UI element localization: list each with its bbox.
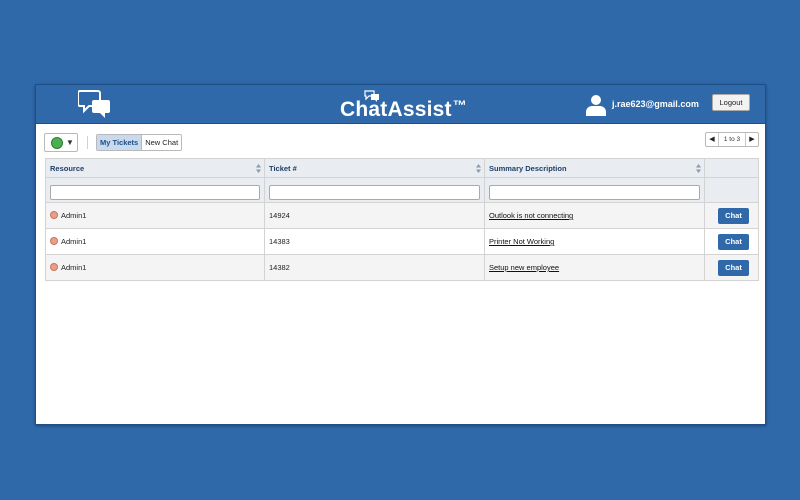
- resource-status-icon: [50, 211, 58, 219]
- app-window: ChatAssist™ j.rae623@gmail.com Logout ▼ …: [35, 84, 766, 425]
- sort-icon[interactable]: [696, 164, 701, 173]
- header-bar: ChatAssist™ j.rae623@gmail.com Logout: [36, 85, 765, 124]
- sort-icon[interactable]: [256, 164, 261, 173]
- pagination: ◀ 1 to 3 ▶: [705, 132, 759, 147]
- filter-row: [45, 177, 759, 203]
- table-row: Admin1 14383 Printer Not Working Chat: [45, 228, 759, 255]
- tab-my-tickets[interactable]: My Tickets: [97, 135, 143, 150]
- tab-group: My Tickets New Chat: [96, 134, 183, 151]
- ticket-filter-input[interactable]: [269, 184, 480, 200]
- chat-button[interactable]: Chat: [718, 207, 749, 224]
- summary-filter-input[interactable]: [489, 184, 700, 200]
- chat-bubbles-icon: [78, 90, 110, 118]
- resource-status-icon: [50, 237, 58, 245]
- column-header-action: [704, 158, 759, 178]
- ticket-number: 14924: [264, 202, 485, 229]
- column-header-summary[interactable]: Summary Description: [484, 158, 705, 178]
- status-dropdown[interactable]: ▼: [44, 133, 78, 152]
- column-header-ticket[interactable]: Ticket #: [264, 158, 485, 178]
- tab-new-chat[interactable]: New Chat: [142, 135, 182, 150]
- online-status-icon: [51, 137, 63, 149]
- summary-link[interactable]: Outlook is not connecting: [489, 211, 573, 220]
- summary-link[interactable]: Printer Not Working: [489, 237, 554, 246]
- caret-down-icon: ▼: [66, 138, 74, 147]
- user-icon: [586, 95, 606, 116]
- tickets-table: Resource Ticket # Summary Description Ad…: [45, 158, 759, 281]
- chat-button[interactable]: Chat: [718, 259, 749, 276]
- prev-page-icon[interactable]: ◀: [706, 133, 718, 146]
- resource-filter-input[interactable]: [50, 184, 260, 200]
- ticket-number: 14383: [264, 228, 485, 255]
- ticket-number: 14382: [264, 254, 485, 281]
- user-email: j.rae623@gmail.com: [612, 99, 699, 109]
- toolbar-divider: [87, 136, 88, 149]
- resource-name: Admin1: [61, 263, 87, 272]
- table-row: Admin1 14382 Setup new employee Chat: [45, 254, 759, 281]
- logout-button[interactable]: Logout: [712, 94, 750, 111]
- page-range: 1 to 3: [718, 133, 746, 146]
- next-page-icon[interactable]: ▶: [746, 133, 758, 146]
- summary-link[interactable]: Setup new employee: [489, 263, 559, 272]
- chat-button[interactable]: Chat: [718, 233, 749, 250]
- resource-status-icon: [50, 263, 58, 271]
- resource-name: Admin1: [61, 237, 87, 246]
- column-header-resource[interactable]: Resource: [45, 158, 265, 178]
- resource-name: Admin1: [61, 211, 87, 220]
- sort-icon[interactable]: [476, 164, 481, 173]
- app-logo-text: ChatAssist™: [340, 97, 467, 121]
- table-row: Admin1 14924 Outlook is not connecting C…: [45, 202, 759, 229]
